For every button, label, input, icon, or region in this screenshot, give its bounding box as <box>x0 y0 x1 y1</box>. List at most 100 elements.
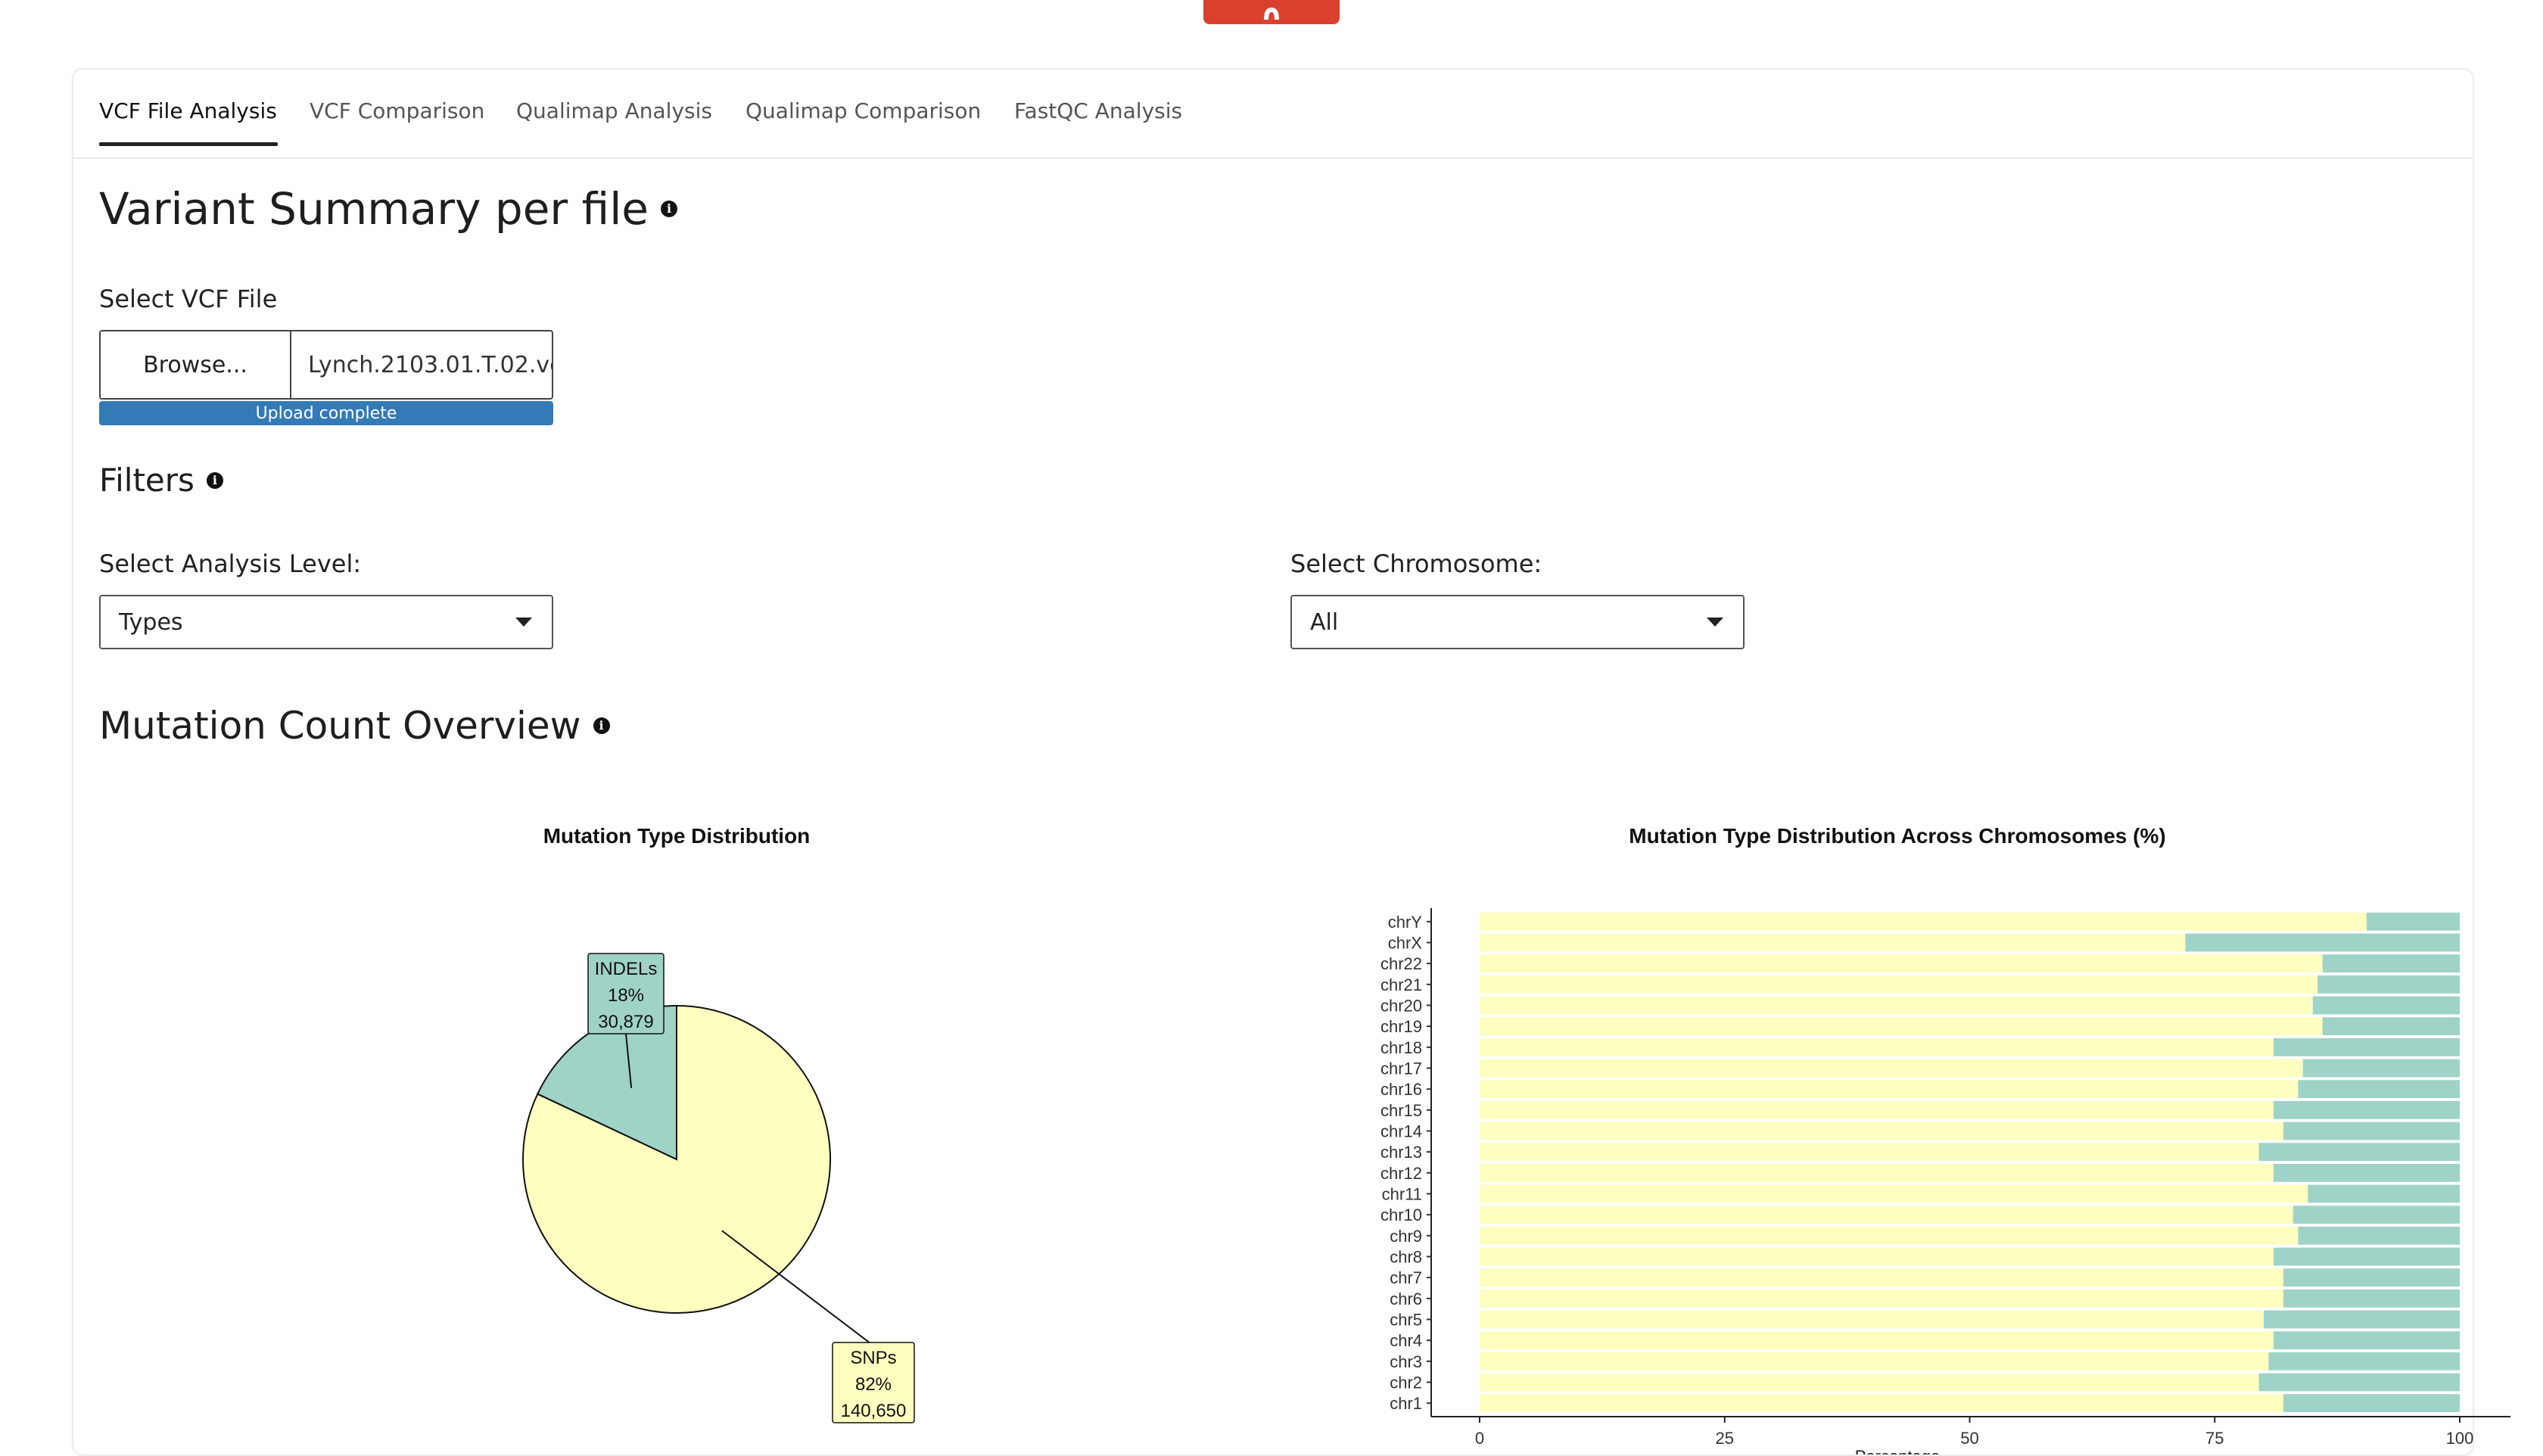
y-tick-label: chr11 <box>1382 1185 1422 1204</box>
tab-vcf-comparison[interactable]: VCF Comparison <box>310 98 484 144</box>
chromosome-select[interactable]: All <box>1290 595 1745 649</box>
y-tick-label: chr6 <box>1390 1290 1422 1308</box>
bar-segment-snps <box>1480 1080 2299 1099</box>
main-card: VCF File Analysis VCF Comparison Qualima… <box>72 68 2510 1456</box>
x-tick-label: 0 <box>1475 1429 1484 1448</box>
y-tick-label: chr12 <box>1380 1164 1422 1183</box>
active-tab-indicator <box>99 142 278 146</box>
y-tick-label: chr2 <box>1390 1374 1422 1392</box>
analysis-level-select[interactable]: Types <box>99 595 553 649</box>
bar-segment-indels <box>2258 1143 2460 1162</box>
pie-label-text: 30,879 <box>598 1012 653 1032</box>
pie-chart: Mutation Type Distribution SNPs 82% 140,65… <box>522 824 915 1423</box>
bar-segment-indels <box>2185 933 2460 952</box>
bar-segment-snps <box>1480 1038 2274 1056</box>
bar-segment-snps <box>1480 1289 2283 1308</box>
bar-segment-indels <box>2283 1122 2460 1140</box>
bar-segment-indels <box>2308 1184 2460 1203</box>
chevron-down-icon <box>515 618 532 627</box>
bar-segment-snps <box>1480 1226 2299 1245</box>
bar-segment-indels <box>2273 1163 2460 1182</box>
tab-vcf-file-analysis[interactable]: VCF File Analysis <box>99 98 277 144</box>
info-icon[interactable]: i <box>593 717 610 734</box>
bar-segment-snps <box>1480 933 2186 952</box>
tab-fastqc-analysis[interactable]: FastQC Analysis <box>1014 98 1182 144</box>
x-tick-label: 25 <box>1716 1429 1734 1448</box>
pie-label-text: SNPs <box>850 1348 896 1368</box>
y-tick-label: chr10 <box>1380 1206 1422 1224</box>
y-tick-label: chr22 <box>1380 954 1422 973</box>
y-tick-label: chr8 <box>1390 1248 1422 1267</box>
pie-label-text: INDELs <box>595 959 658 979</box>
y-tick-label: chr17 <box>1380 1059 1422 1078</box>
bar-segment-indels <box>2283 1289 2460 1308</box>
file-input[interactable]: Browse... Lynch.2103.01.T.02.vcf <box>99 330 553 400</box>
analysis-level-value: Types <box>119 608 183 636</box>
info-icon[interactable]: i <box>206 471 223 489</box>
stacked-bar-chart: Mutation Type Distribution Across Chromo… <box>1380 824 2510 1454</box>
y-tick-label: chr3 <box>1390 1352 1422 1371</box>
chevron-down-icon <box>1707 618 1723 627</box>
bar-segment-indels <box>2283 1394 2460 1413</box>
tab-qualimap-comparison[interactable]: Qualimap Comparison <box>745 98 981 144</box>
y-tick-label: chr9 <box>1390 1227 1422 1246</box>
y-tick-label: chrX <box>1388 934 1423 953</box>
bar-segment-indels <box>2322 1017 2460 1036</box>
bar-segment-snps <box>1480 1017 2323 1036</box>
y-tick-label: chr15 <box>1380 1101 1422 1120</box>
bar-segment-snps <box>1480 1331 2274 1350</box>
bar-segment-indels <box>2264 1310 2460 1329</box>
bar-segment-indels <box>2366 912 2460 931</box>
pie-chart-title: Mutation Type Distribution <box>543 824 811 848</box>
overview-heading: Mutation Count Overview i <box>99 704 610 748</box>
bar-segment-snps <box>1480 1059 2303 1078</box>
tab-bar: VCF File Analysis VCF Comparison Qualima… <box>73 70 2473 159</box>
y-tick-label: chr20 <box>1380 997 1422 1016</box>
file-name-field[interactable]: Lynch.2103.01.T.02.vcf <box>291 331 552 398</box>
browse-button[interactable]: Browse... <box>101 331 291 398</box>
bar-segment-indels <box>2317 975 2460 994</box>
tab-qualimap-analysis[interactable]: Qualimap Analysis <box>516 98 712 144</box>
bar-segment-indels <box>2322 954 2460 973</box>
info-icon[interactable]: i <box>661 201 677 217</box>
chromosome-label: Select Chromosome: <box>1290 549 1542 578</box>
page-title-row: Variant Summary per file i <box>99 183 677 235</box>
bar-segment-snps <box>1480 1206 2293 1224</box>
pie-label-text: 18% <box>608 985 644 1006</box>
file-select-label: Select VCF File <box>99 285 278 313</box>
y-tick-label: chr1 <box>1390 1394 1422 1413</box>
x-tick-label: 100 <box>2446 1429 2474 1448</box>
app-badge[interactable] <box>1203 0 1340 24</box>
page-title: Variant Summary per file <box>99 183 649 235</box>
bar-segment-snps <box>1480 954 2323 973</box>
y-tick-label: chr16 <box>1380 1080 1422 1099</box>
y-tick-label: chr13 <box>1380 1143 1422 1162</box>
bar-segment-indels <box>2312 996 2460 1015</box>
y-tick-label: chr4 <box>1390 1331 1422 1350</box>
x-tick-label: 50 <box>1960 1429 1978 1448</box>
chromosome-value: All <box>1310 608 1339 636</box>
bar-segment-snps <box>1480 1122 2283 1140</box>
analysis-level-label: Select Analysis Level: <box>99 549 362 578</box>
bar-segment-snps <box>1480 1143 2259 1162</box>
pie-label-text: 140,650 <box>841 1401 907 1421</box>
bar-segment-indels <box>2298 1080 2460 1099</box>
bar-segment-indels <box>2258 1373 2460 1392</box>
bar-segment-snps <box>1480 1310 2264 1329</box>
bar-segment-snps <box>1480 1184 2308 1203</box>
bar-segment-snps <box>1480 1100 2274 1119</box>
upload-progress-bar: Upload complete <box>99 401 553 425</box>
bar-segment-snps <box>1480 912 2367 931</box>
bar-segment-indels <box>2273 1100 2460 1119</box>
bar-segment-indels <box>2273 1038 2460 1056</box>
y-tick-label: chr21 <box>1380 975 1422 994</box>
bar-segment-snps <box>1480 1352 2269 1370</box>
bar-segment-snps <box>1480 1247 2274 1266</box>
y-tick-label: chr18 <box>1380 1038 1422 1057</box>
bar-segment-snps <box>1480 1394 2283 1413</box>
y-tick-label: chr19 <box>1380 1017 1422 1036</box>
bar-segment-indels <box>2283 1268 2460 1287</box>
x-tick-label: 75 <box>2205 1429 2224 1448</box>
y-tick-label: chr7 <box>1390 1268 1422 1287</box>
bar-segment-snps <box>1480 1163 2274 1182</box>
